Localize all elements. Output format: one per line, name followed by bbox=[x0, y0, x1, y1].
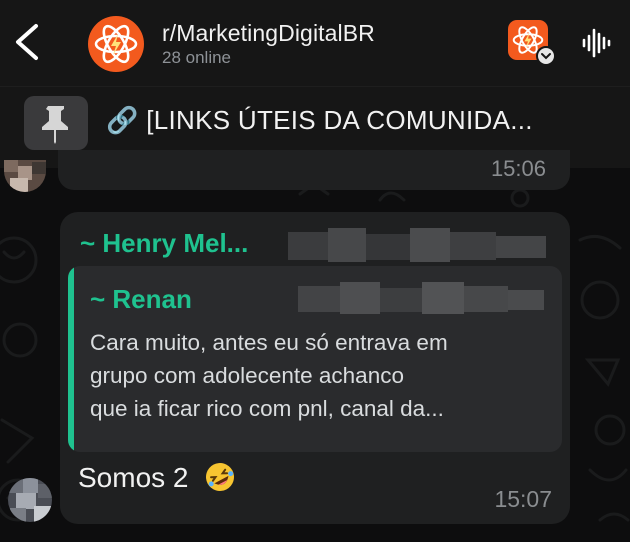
quoted-line: que ia ficar rico com pnl, canal da... bbox=[90, 396, 444, 421]
pin-icon bbox=[24, 96, 88, 150]
chevron-left-icon[interactable] bbox=[12, 22, 42, 62]
group-avatar[interactable] bbox=[88, 16, 144, 72]
chevron-down-icon bbox=[541, 53, 551, 60]
quoted-message[interactable]: ~ Renan Cara muito, antes eu só entrava … bbox=[68, 266, 562, 452]
message-time: 15:06 bbox=[490, 156, 546, 181]
quoted-line: Cara muito, antes eu só entrava em bbox=[90, 330, 448, 355]
quoted-line: grupo com adolecente achanco bbox=[90, 363, 404, 388]
message-bubble[interactable]: ~ Henry Mel... ~ Renan Cara muito, antes… bbox=[60, 212, 570, 524]
redacted-phone-number bbox=[288, 226, 550, 266]
dropdown-badge bbox=[536, 46, 556, 66]
subreddit-avatar[interactable] bbox=[508, 20, 556, 66]
quoted-message-text: Cara muito, antes eu só entrava em grupo… bbox=[90, 326, 552, 425]
chat-title[interactable]: r/MarketingDigitalBR bbox=[162, 20, 375, 47]
chat-header: r/MarketingDigitalBR 28 online bbox=[0, 0, 630, 86]
previous-message-bubble[interactable]: 15:06 bbox=[58, 150, 570, 190]
waveform-icon[interactable] bbox=[580, 26, 614, 60]
rolling-on-floor-laughing-emoji bbox=[204, 461, 236, 493]
redacted-phone-number bbox=[298, 280, 548, 318]
quote-accent-bar bbox=[68, 266, 74, 452]
online-count: 28 online bbox=[162, 48, 232, 67]
sender-name[interactable]: ~ Henry Mel... bbox=[80, 228, 248, 259]
message-text-row: Somos 2 bbox=[78, 462, 236, 494]
atom-lightning-icon bbox=[94, 24, 138, 64]
pinned-message-text[interactable]: 🔗 [LINKS ÚTEIS DA COMUNIDA... bbox=[106, 105, 533, 136]
message-text: Somos 2 bbox=[78, 462, 189, 493]
message-time: 15:07 bbox=[494, 486, 552, 512]
quoted-sender-name: ~ Renan bbox=[90, 284, 192, 314]
avatar[interactable] bbox=[8, 478, 52, 522]
